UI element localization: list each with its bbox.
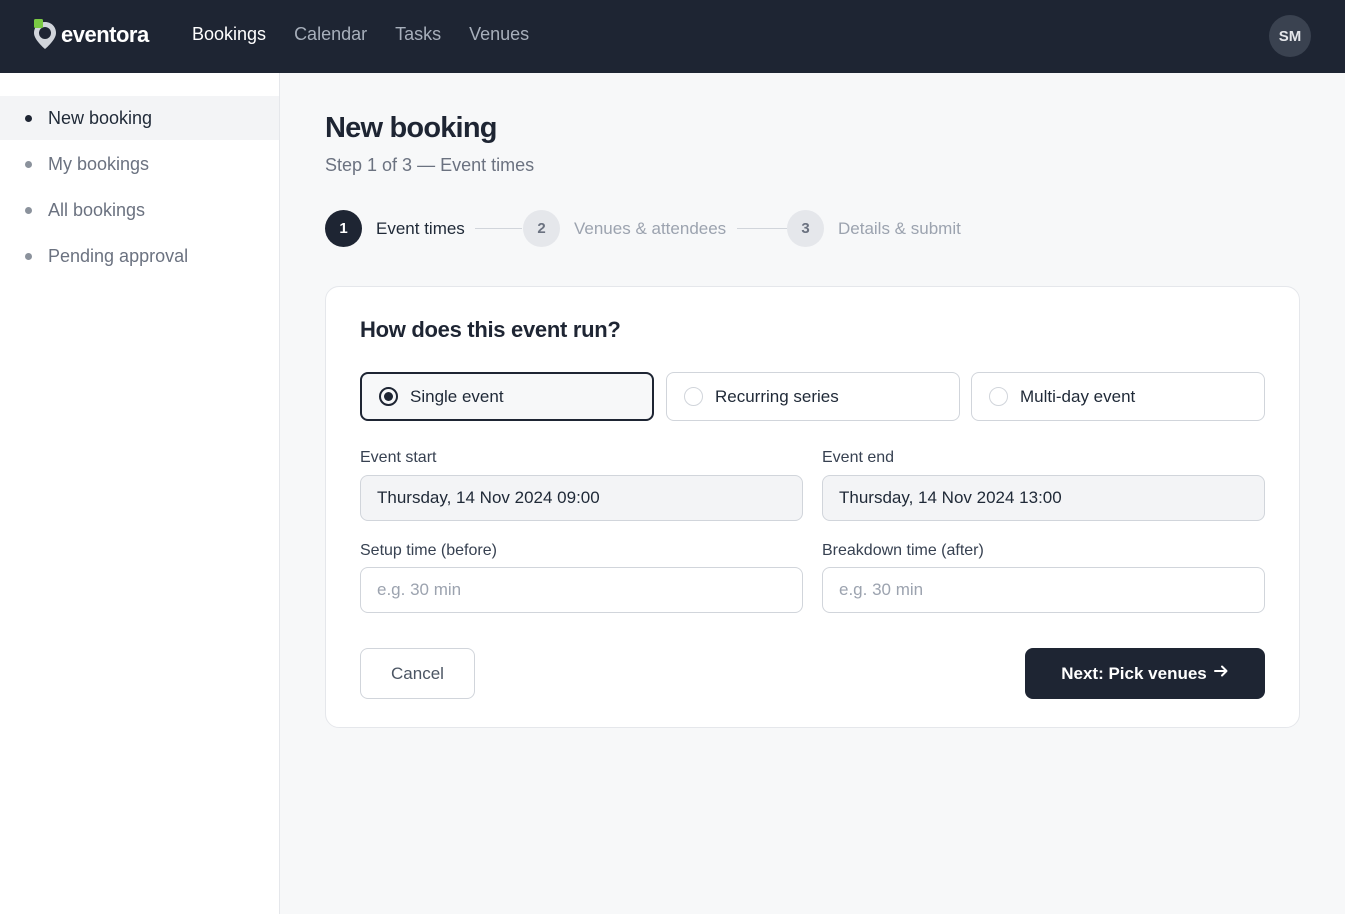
sidebar: New booking My bookings All bookings Pen… (0, 73, 280, 914)
step-venues-attendees[interactable]: 2 Venues & attendees (523, 210, 726, 247)
sidebar-item-pending-approval[interactable]: Pending approval (0, 234, 279, 278)
breakdown-time-input[interactable] (822, 567, 1265, 613)
step-event-times[interactable]: 1 Event times (325, 210, 465, 247)
next-button-label: Next: Pick venues (1061, 663, 1207, 683)
progress-stepper: 1 Event times 2 Venues & attendees 3 Det… (325, 210, 1025, 247)
sidebar-item-label: All bookings (48, 199, 146, 220)
brand-logo[interactable]: eventora (32, 19, 149, 51)
cancel-button[interactable]: Cancel (360, 648, 475, 699)
event-end-field[interactable]: Thursday, 14 Nov 2024 13:00 (822, 475, 1265, 521)
step-connector (475, 228, 522, 229)
step-label: Venues & attendees (574, 218, 727, 238)
step-number: 1 (325, 210, 362, 247)
sidebar-item-label: Pending approval (48, 245, 189, 266)
sidebar-item-new-booking[interactable]: New booking (0, 96, 279, 140)
page-subtitle: Step 1 of 3 — Event times (325, 155, 535, 175)
arrow-right-icon (1213, 663, 1229, 684)
radio-unselected-icon (989, 387, 1008, 406)
option-recurring-series[interactable]: Recurring series (666, 372, 960, 421)
bullet-icon (25, 252, 32, 260)
bullet-icon (25, 114, 32, 122)
event-end-label: Event end (822, 449, 895, 466)
nav-item-venues[interactable]: Venues (469, 24, 529, 45)
step-number: 3 (787, 210, 824, 247)
bullet-icon (25, 160, 32, 168)
radio-unselected-icon (684, 387, 703, 406)
page-title: New booking (325, 112, 497, 144)
nav-item-bookings[interactable]: Bookings (192, 24, 266, 45)
card-title: How does this event run? (360, 317, 621, 342)
sidebar-item-all-bookings[interactable]: All bookings (0, 188, 279, 232)
option-label: Single event (410, 386, 504, 406)
main-nav: Bookings Calendar Tasks Venues (192, 24, 529, 45)
option-single-event[interactable]: Single event (360, 372, 654, 421)
setup-time-input[interactable] (360, 567, 803, 613)
logo-pin-icon (32, 19, 58, 51)
step-details-submit[interactable]: 3 Details & submit (787, 210, 961, 247)
option-multi-day-event[interactable]: Multi-day event (971, 372, 1265, 421)
user-avatar[interactable]: SM (1269, 15, 1311, 57)
step-label: Event times (376, 218, 465, 238)
setup-time-label: Setup time (before) (360, 542, 497, 559)
step-connector (737, 228, 787, 229)
nav-item-tasks[interactable]: Tasks (395, 24, 441, 45)
sidebar-item-label: My bookings (48, 153, 150, 174)
event-times-card: How does this event run? Single event Re… (325, 286, 1300, 728)
event-start-label: Event start (360, 449, 437, 466)
next-pick-venues-button[interactable]: Next: Pick venues (1025, 648, 1265, 699)
nav-item-calendar[interactable]: Calendar (294, 24, 367, 45)
sidebar-item-my-bookings[interactable]: My bookings (0, 142, 279, 186)
step-label: Details & submit (838, 218, 961, 238)
radio-selected-icon (379, 387, 398, 406)
brand-name: eventora (61, 22, 149, 47)
option-label: Multi-day event (1020, 386, 1136, 406)
bullet-icon (25, 206, 32, 214)
option-label: Recurring series (715, 386, 839, 406)
step-number: 2 (523, 210, 560, 247)
sidebar-item-label: New booking (48, 107, 153, 128)
event-start-field[interactable]: Thursday, 14 Nov 2024 09:00 (360, 475, 803, 521)
top-navigation-bar: eventora Bookings Calendar Tasks Venues … (0, 0, 1345, 73)
breakdown-time-label: Breakdown time (after) (822, 542, 984, 559)
